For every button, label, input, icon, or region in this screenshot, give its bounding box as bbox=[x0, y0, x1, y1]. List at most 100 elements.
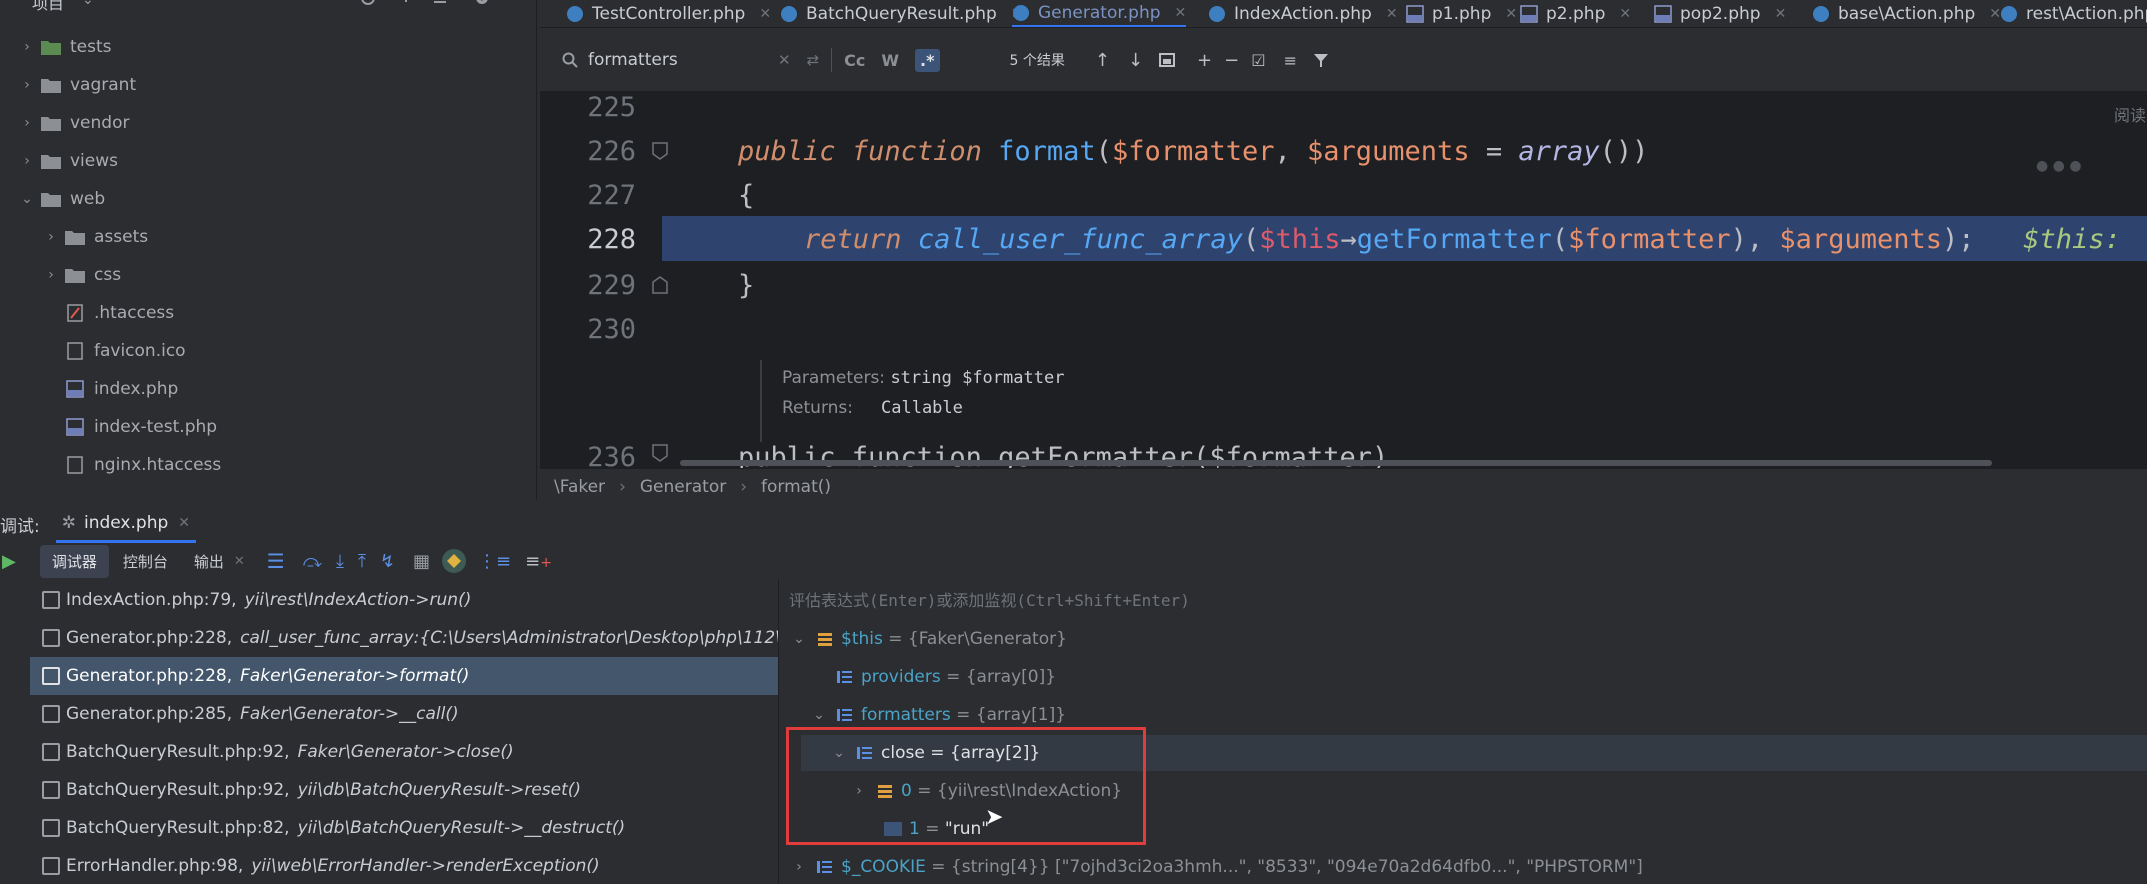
close-icon[interactable]: ✕ bbox=[178, 515, 190, 531]
collapse-all-icon[interactable] bbox=[398, 0, 414, 8]
breadcrumb-method[interactable]: format() bbox=[761, 477, 831, 497]
code-editor[interactable]: 225 226 227 228 229 230 236 public funct… bbox=[540, 92, 2147, 468]
frame-item[interactable]: IndexAction.php:79, yii\rest\IndexAction-… bbox=[30, 581, 778, 619]
folder-icon bbox=[40, 190, 62, 208]
minimize-panel-icon[interactable]: – bbox=[510, 0, 519, 9]
run-to-cursor-icon[interactable]: ↯ bbox=[380, 551, 395, 572]
tab-rest-action[interactable]: rest\Action.php bbox=[2000, 0, 2147, 27]
var-providers[interactable]: providers = {array[0]} bbox=[829, 659, 1056, 695]
add-watch-icon[interactable]: ≡+ bbox=[525, 551, 552, 572]
tab-base-action[interactable]: base\Action.php ✕ bbox=[1812, 0, 2001, 27]
tree-item-assets[interactable]: › assets bbox=[42, 218, 148, 256]
frame-item[interactable]: ErrorHandler.php:98, yii\web\ErrorHandler… bbox=[30, 847, 778, 884]
resume-icon[interactable]: ▶ bbox=[2, 551, 16, 572]
tab-batchqueryresult[interactable]: BatchQueryResult.php ✕ bbox=[780, 0, 1023, 27]
frame-item[interactable]: BatchQueryResult.php:82, yii\db\BatchQuer… bbox=[30, 809, 778, 847]
tree-item-web[interactable]: ⌄ web bbox=[18, 180, 105, 218]
tree-item-index-test-php[interactable]: index-test.php bbox=[60, 408, 217, 446]
history-icon[interactable]: ⇄ bbox=[807, 51, 820, 69]
tree-item-favicon[interactable]: favicon.ico bbox=[60, 332, 186, 370]
chevron-right-icon[interactable]: › bbox=[18, 39, 36, 55]
folder-icon bbox=[64, 228, 86, 246]
tab-console[interactable]: 控制台 bbox=[123, 551, 168, 572]
frame-item[interactable]: BatchQueryResult.php:92, yii\db\BatchQuer… bbox=[30, 771, 778, 809]
frame-item[interactable]: Generator.php:228, call_user_func_array:{… bbox=[30, 619, 778, 657]
chevron-down-icon[interactable]: ⌄ bbox=[789, 631, 809, 647]
whole-words-toggle[interactable]: W bbox=[881, 51, 899, 70]
chevron-right-icon[interactable]: › bbox=[42, 267, 60, 283]
select-all-icon[interactable] bbox=[1159, 53, 1176, 67]
match-case-toggle[interactable]: Cc bbox=[844, 51, 865, 70]
filter-icon[interactable] bbox=[1313, 52, 1329, 68]
browser-icons[interactable]: ● ● ● bbox=[2036, 158, 2082, 174]
breadcrumb-class[interactable]: Generator bbox=[640, 477, 726, 497]
fold-icon[interactable] bbox=[652, 142, 668, 160]
tab-debugger[interactable]: 调试器 bbox=[39, 544, 109, 578]
horizontal-scrollbar[interactable] bbox=[680, 460, 1992, 466]
step-over-icon[interactable]: ⤼ bbox=[303, 551, 322, 572]
tab-pop2[interactable]: pop2.php ✕ bbox=[1654, 0, 1787, 27]
tab-testcontroller[interactable]: TestController.php ✕ bbox=[566, 0, 771, 27]
chevron-down-icon[interactable]: ⌄ bbox=[809, 707, 829, 723]
add-occurrence-icon[interactable]: + bbox=[1197, 50, 1212, 71]
var-this[interactable]: ⌄ $this = {Faker\Generator} bbox=[789, 621, 1067, 657]
tree-item-htaccess[interactable]: .htaccess bbox=[60, 294, 174, 332]
close-icon[interactable]: ✕ bbox=[1775, 6, 1787, 22]
tree-item-nginx-htaccess[interactable]: nginx.htaccess bbox=[60, 446, 221, 484]
tab-output[interactable]: 输出 bbox=[194, 551, 224, 572]
expand-all-icon[interactable] bbox=[432, 0, 448, 8]
close-icon[interactable]: ✕ bbox=[759, 6, 771, 22]
filter-lines-icon[interactable]: ≡ bbox=[1284, 51, 1297, 70]
close-icon[interactable]: ✕ bbox=[1619, 6, 1631, 22]
gear-icon[interactable] bbox=[474, 0, 490, 8]
fold-icon[interactable] bbox=[652, 444, 668, 462]
frame-item-selected[interactable]: Generator.php:228, Faker\Generator->forma… bbox=[30, 657, 778, 695]
tree-item-label: vagrant bbox=[70, 75, 137, 95]
frame-item[interactable]: BatchQueryResult.php:92, Faker\Generator-… bbox=[30, 733, 778, 771]
prev-match-icon[interactable]: ↑ bbox=[1095, 50, 1110, 71]
tree-item-tests[interactable]: › tests bbox=[18, 28, 111, 66]
fold-icon[interactable] bbox=[652, 276, 668, 294]
clear-icon[interactable]: ✕ bbox=[778, 51, 791, 69]
chevron-right-icon[interactable]: › bbox=[789, 859, 809, 875]
chevron-right-icon[interactable]: › bbox=[18, 115, 36, 131]
var-cookie[interactable]: › $_COOKIE = {string[4}} ["7ojhd3ci2oa3h… bbox=[789, 849, 1643, 884]
tab-p1[interactable]: p1.php ✕ bbox=[1406, 0, 1517, 27]
chevron-right-icon[interactable]: › bbox=[18, 153, 36, 169]
evaluate-icon[interactable]: ▦ bbox=[413, 551, 430, 572]
find-input[interactable]: formatters bbox=[588, 50, 778, 70]
tab-p2[interactable]: p2.php ✕ bbox=[1520, 0, 1631, 27]
tree-item-vagrant[interactable]: › vagrant bbox=[18, 66, 136, 104]
step-into-icon[interactable]: ⤓ bbox=[336, 551, 344, 572]
mute-breakpoints-icon[interactable] bbox=[442, 549, 467, 573]
locate-icon[interactable] bbox=[360, 0, 376, 8]
close-icon[interactable]: ✕ bbox=[1175, 5, 1187, 21]
show-execution-point-icon[interactable]: ☰ bbox=[267, 549, 285, 573]
frame-item[interactable]: Generator.php:285, Faker\Generator->__cal… bbox=[30, 695, 778, 733]
tab-generator[interactable]: Generator.php ✕ bbox=[1012, 0, 1187, 27]
tree-item-vendor[interactable]: › vendor bbox=[18, 104, 129, 142]
breadcrumb-namespace[interactable]: \Faker bbox=[554, 477, 605, 497]
next-match-icon[interactable]: ↓ bbox=[1128, 50, 1143, 71]
close-icon[interactable]: ✕ bbox=[1505, 6, 1517, 22]
close-icon[interactable]: ✕ bbox=[1386, 6, 1398, 22]
debug-session-tab[interactable]: ✲ index.php ✕ bbox=[55, 505, 196, 543]
chevron-right-icon[interactable]: › bbox=[42, 229, 60, 245]
chevron-right-icon[interactable]: › bbox=[18, 77, 36, 93]
evaluate-expression-input[interactable]: 评估表达式(Enter)或添加监视(Ctrl+Shift+Enter) bbox=[789, 587, 1190, 611]
step-out-icon[interactable]: ⤒ bbox=[358, 551, 366, 572]
tab-indexaction[interactable]: IndexAction.php ✕ bbox=[1208, 0, 1398, 27]
select-occurrences-icon[interactable]: ☑ bbox=[1251, 51, 1265, 70]
tree-item-index-php[interactable]: index.php bbox=[60, 370, 178, 408]
close-icon[interactable]: ✕ bbox=[234, 554, 245, 569]
remove-occurrence-icon[interactable]: − bbox=[1224, 50, 1239, 71]
chevron-down-icon[interactable]: ⌄ bbox=[18, 191, 36, 207]
tree-item-css[interactable]: › css bbox=[42, 256, 121, 294]
breadcrumb: \Faker › Generator › format() bbox=[540, 468, 2147, 504]
regex-toggle[interactable]: .* bbox=[915, 48, 940, 72]
reader-mode-label[interactable]: 阅读 bbox=[2114, 102, 2146, 126]
tree-item-views[interactable]: › views bbox=[18, 142, 118, 180]
project-chevron-down-icon[interactable]: ⌄ bbox=[82, 0, 94, 8]
view-breakpoints-icon[interactable]: ⋮≡ bbox=[478, 551, 511, 572]
tab-label: IndexAction.php bbox=[1234, 4, 1372, 24]
